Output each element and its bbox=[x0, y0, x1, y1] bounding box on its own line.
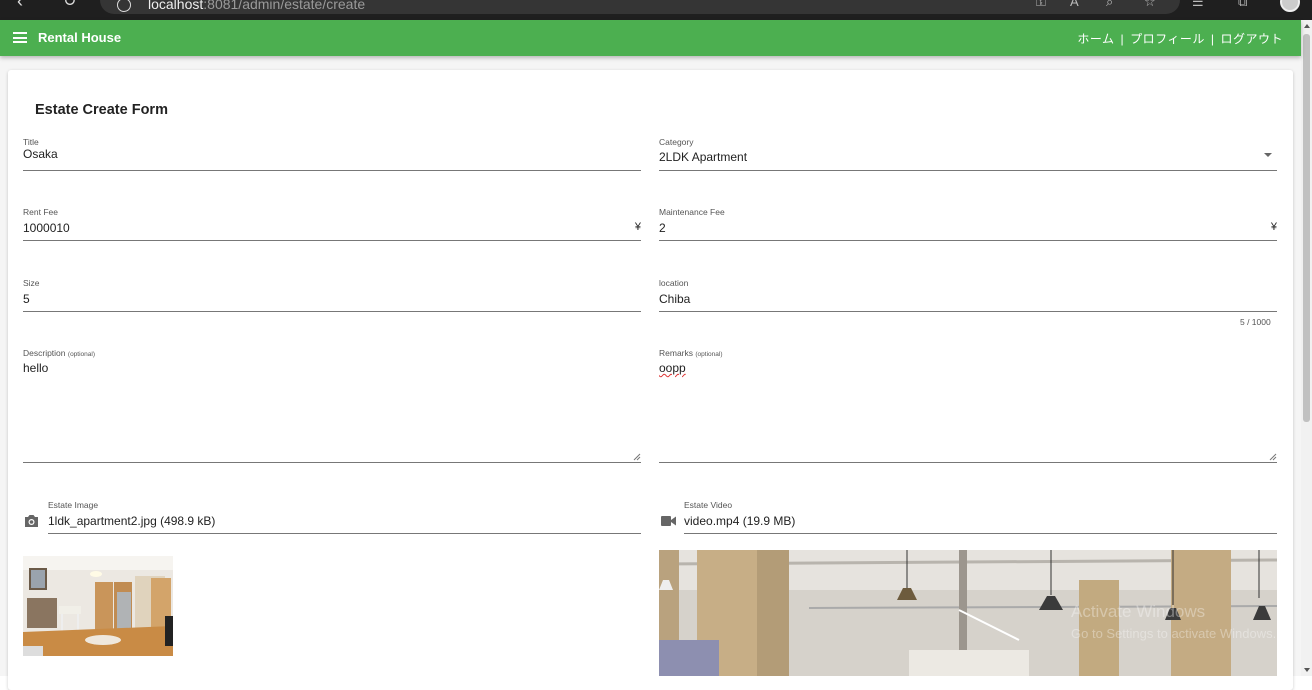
title-field[interactable]: Title Osaka bbox=[23, 137, 641, 171]
menu-icon[interactable] bbox=[13, 32, 27, 43]
category-value[interactable]: 2LDK Apartment bbox=[659, 150, 747, 164]
description-textarea[interactable]: Description (optional) hello bbox=[23, 348, 641, 463]
category-select[interactable]: Category 2LDK Apartment bbox=[659, 137, 1277, 171]
location-label: location bbox=[659, 278, 689, 288]
estate-image-label: Estate Image bbox=[48, 500, 99, 510]
video-camera-icon[interactable] bbox=[661, 516, 676, 526]
description-label: Description (optional) bbox=[23, 348, 96, 358]
nav-separator: | bbox=[1120, 32, 1125, 46]
category-label: Category bbox=[659, 137, 694, 147]
rent-fee-field[interactable]: Rent Fee 1000010 ¥ bbox=[23, 207, 641, 241]
description-input[interactable]: hello bbox=[23, 361, 48, 375]
camera-icon[interactable] bbox=[24, 514, 39, 528]
rent-fee-input[interactable]: 1000010 bbox=[23, 221, 70, 235]
home-link[interactable]: ホーム bbox=[1077, 32, 1114, 46]
chevron-down-icon[interactable] bbox=[1264, 153, 1272, 157]
scroll-down-arrow-icon[interactable] bbox=[1304, 668, 1310, 672]
app-bar: Rental House ホーム | プロフィール | ログアウト bbox=[0, 20, 1301, 56]
key-icon[interactable]: ⚿ bbox=[1036, 0, 1046, 10]
profile-avatar[interactable] bbox=[1280, 0, 1300, 12]
address-bar[interactable]: localhost:8081/admin/estate/create bbox=[100, 0, 1180, 14]
estate-image-field[interactable]: Estate Image 1ldk_apartment2.jpg (498.9 … bbox=[48, 500, 641, 534]
estate-video-filename[interactable]: video.mp4 (19.9 MB) bbox=[684, 514, 795, 528]
read-aloud-icon[interactable]: A bbox=[1070, 0, 1079, 9]
logout-link[interactable]: ログアウト bbox=[1220, 32, 1283, 46]
location-char-counter: 5 / 1000 bbox=[1240, 317, 1271, 327]
yen-suffix: ¥ bbox=[1270, 221, 1277, 233]
location-field[interactable]: location Chiba bbox=[659, 278, 1277, 312]
resize-handle-icon[interactable] bbox=[1269, 453, 1277, 461]
zoom-icon[interactable]: ⌕ bbox=[1106, 0, 1113, 10]
size-label: Size bbox=[23, 278, 40, 288]
estate-image-filename[interactable]: 1ldk_apartment2.jpg (498.9 kB) bbox=[48, 514, 215, 528]
collections-icon[interactable]: ⧉ bbox=[1238, 0, 1247, 10]
size-field[interactable]: Size 5 bbox=[23, 278, 641, 312]
favorites-icon[interactable]: ☰ bbox=[1192, 0, 1204, 10]
top-nav: ホーム | プロフィール | ログアウト bbox=[1077, 30, 1283, 47]
page-scrollbar[interactable] bbox=[1301, 20, 1312, 676]
remarks-textarea[interactable]: Remarks (optional) oopp bbox=[659, 348, 1277, 463]
maintenance-fee-input[interactable]: 2 bbox=[659, 221, 666, 235]
maintenance-fee-field[interactable]: Maintenance Fee 2 ¥ bbox=[659, 207, 1277, 241]
favorites-add-icon[interactable]: ☆ bbox=[1144, 0, 1156, 10]
back-icon[interactable]: ‹ bbox=[17, 0, 23, 12]
app-title: Rental House bbox=[38, 30, 122, 45]
site-info-icon[interactable] bbox=[117, 0, 131, 12]
nav-separator: | bbox=[1210, 32, 1215, 46]
yen-suffix: ¥ bbox=[634, 221, 641, 233]
scroll-up-arrow-icon[interactable] bbox=[1304, 24, 1310, 28]
title-input[interactable]: Osaka bbox=[23, 147, 58, 161]
browser-toolbar: ‹ ↻ localhost:8081/admin/estate/create ⚿… bbox=[0, 0, 1312, 20]
remarks-label: Remarks (optional) bbox=[659, 348, 723, 358]
estate-video-label: Estate Video bbox=[684, 500, 733, 510]
location-input[interactable]: Chiba bbox=[659, 292, 690, 306]
profile-link[interactable]: プロフィール bbox=[1130, 32, 1205, 46]
estate-image-preview bbox=[23, 556, 173, 656]
scroll-thumb[interactable] bbox=[1303, 34, 1310, 422]
rent-fee-label: Rent Fee bbox=[23, 207, 58, 217]
maintenance-fee-label: Maintenance Fee bbox=[659, 207, 725, 217]
remarks-input[interactable]: oopp bbox=[659, 361, 686, 375]
resize-handle-icon[interactable] bbox=[633, 453, 641, 461]
size-input[interactable]: 5 bbox=[23, 292, 30, 306]
activate-windows-subtitle: Go to Settings to activate Windows. bbox=[1071, 626, 1277, 641]
estate-video-preview[interactable]: Activate Windows Go to Settings to activ… bbox=[659, 550, 1277, 676]
reload-icon[interactable]: ↻ bbox=[63, 0, 76, 11]
activate-windows-title: Activate Windows bbox=[1071, 602, 1206, 621]
url-text: localhost:8081/admin/estate/create bbox=[148, 0, 366, 12]
estate-video-field[interactable]: Estate Video video.mp4 (19.9 MB) bbox=[684, 500, 1277, 534]
form-title: Estate Create Form bbox=[35, 102, 168, 118]
title-label: Title bbox=[23, 137, 39, 147]
